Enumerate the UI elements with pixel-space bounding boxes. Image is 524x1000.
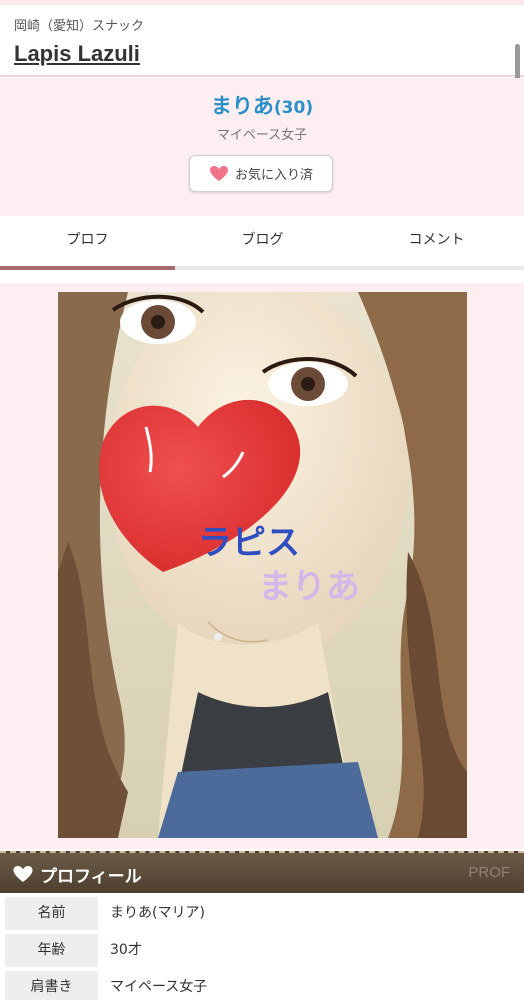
cast-photo-image: ラピス まりあ: [58, 292, 467, 838]
cast-photo[interactable]: ラピス まりあ: [58, 292, 467, 838]
profile-value-name: まりあ(マリア): [110, 905, 205, 921]
shop-header: 岡崎（愛知）スナック Lapis Lazuli: [0, 5, 524, 77]
photo-overlay-text-2: まりあ: [258, 567, 360, 607]
profile-section-title-en: PROF: [468, 864, 510, 881]
profile-value-age: 30才: [110, 942, 142, 958]
active-tab-indicator: [0, 266, 175, 270]
table-row: 肩書き マイペース女子: [0, 971, 524, 1000]
profile-section-header: プロフィール PROF: [0, 851, 524, 893]
profile-value-title: マイペース女子: [110, 979, 208, 995]
area-category-label: 岡崎（愛知）スナック: [14, 19, 145, 34]
profile-key-name: 名前: [5, 897, 98, 930]
heart-icon: [13, 866, 33, 882]
tab-comment[interactable]: コメント: [349, 216, 524, 266]
cast-catchphrase: マイペース女子: [216, 128, 308, 143]
shop-name-link[interactable]: Lapis Lazuli: [14, 41, 140, 67]
photo-gallery: ラピス まりあ: [0, 283, 524, 849]
tab-underline: [175, 266, 524, 269]
heart-icon: [209, 166, 228, 181]
cast-name: まりあ: [210, 94, 274, 118]
cast-name-row: まりあ(30): [0, 90, 524, 120]
tab-blog[interactable]: ブログ: [175, 216, 350, 266]
profile-key-age: 年齢: [5, 934, 98, 967]
favorite-button-label: お気に入り済: [234, 168, 313, 183]
cast-age: (30): [273, 98, 314, 118]
tab-prof[interactable]: プロフ: [0, 216, 175, 266]
favorite-button[interactable]: お気に入り済: [189, 155, 333, 192]
table-row: 名前 まりあ(マリア): [0, 897, 524, 932]
profile-table: 名前 まりあ(マリア) 年齢 30才 肩書き マイペース女子: [0, 897, 524, 1000]
profile-tabs: プロフ ブログ コメント: [0, 216, 524, 270]
cast-hero: まりあ(30) マイペース女子 お気に入り済: [0, 78, 524, 216]
profile-section-title: プロフィール: [40, 867, 142, 887]
table-row: 年齢 30才: [0, 934, 524, 969]
photo-overlay-text-1: ラピス: [198, 523, 300, 563]
profile-key-title: 肩書き: [5, 971, 98, 1000]
